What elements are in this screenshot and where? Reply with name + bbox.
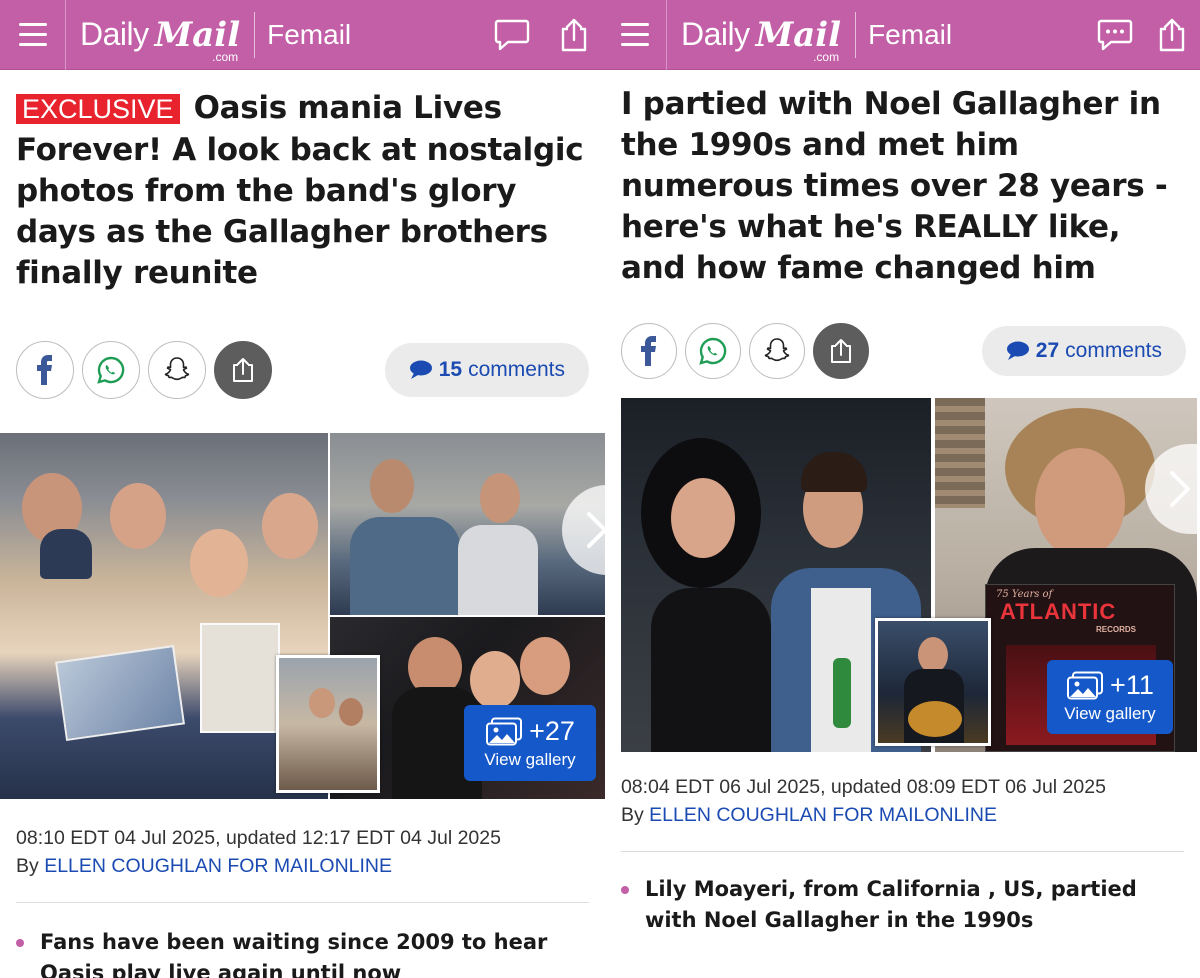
headline[interactable]: I partied with Noel Gallagher in the 199… (605, 70, 1200, 316)
top-bar: Daily Mail .com Femail (604, 0, 1200, 70)
bullet-text: Fans have been waiting since 2009 to hea… (40, 930, 548, 978)
whatsapp-icon[interactable] (82, 341, 140, 399)
hamburger-icon[interactable] (605, 0, 667, 70)
snapchat-icon[interactable] (148, 341, 206, 399)
logo-mail: Mail (755, 14, 842, 55)
byline-prefix: By (16, 855, 39, 877)
author-link[interactable]: ELLEN COUGHLAN FOR MAILONLINE (649, 804, 997, 826)
noel-guitar-photo[interactable] (874, 618, 991, 746)
gallery-label: View gallery (1064, 704, 1156, 723)
author-link[interactable]: ELLEN COUGHLAN FOR MAILONLINE (44, 855, 392, 877)
top-bar: Daily Mail .com Femail (0, 0, 605, 70)
byline-prefix: By (620, 804, 644, 826)
logo-daily: Daily (680, 16, 750, 52)
comments-label: comments (468, 358, 565, 381)
whatsapp-icon[interactable] (684, 323, 741, 379)
share-row: 15 comments (0, 325, 605, 415)
exclusive-badge: EXCLUSIVE (16, 94, 180, 124)
byline: By ELLEN COUGHLAN FOR MAILONLINE (605, 800, 1200, 827)
bullet-text: Lily Moayeri, from California , US, part… (644, 877, 1137, 932)
facebook-icon[interactable] (16, 341, 74, 399)
snapchat-icon[interactable] (748, 323, 805, 379)
logo-dotcom: .com (813, 49, 840, 64)
gallery-count: +11 (1110, 670, 1154, 700)
logo-mail: Mail (154, 14, 241, 55)
timestamp: 08:04 EDT 06 Jul 2025, updated 08:09 EDT… (620, 776, 1106, 798)
gallery-icon (1067, 671, 1104, 699)
speech-bubble-icon (1006, 341, 1029, 360)
bullet-dot (16, 939, 24, 947)
dailymail-logo[interactable]: Daily Mail .com (66, 0, 254, 70)
dailymail-logo[interactable]: Daily Mail .com (667, 0, 855, 70)
photo-gallery[interactable]: +27 View gallery (0, 433, 605, 799)
comments-button[interactable]: 27 comments (981, 326, 1186, 376)
comment-icon[interactable] (481, 0, 543, 70)
divider (855, 11, 857, 58)
section-title[interactable]: Femail (267, 19, 481, 51)
bullet-dot (620, 886, 629, 894)
book-subtitle: RECORDS (1095, 625, 1136, 634)
share-icon[interactable] (1144, 0, 1200, 70)
photo-gallery[interactable]: 75 Years of ATLANTIC RECORDS +11 View ga… (620, 398, 1200, 752)
view-gallery-button[interactable]: +11 View gallery (1046, 660, 1173, 734)
facebook-icon[interactable] (620, 323, 677, 379)
divider-line (16, 902, 589, 903)
view-gallery-button[interactable]: +27 View gallery (464, 705, 596, 781)
comment-icon[interactable] (1086, 0, 1144, 70)
gallery-count: +27 (529, 716, 575, 746)
inset-street-photo[interactable] (276, 655, 380, 793)
divider (254, 11, 256, 58)
article-left: Daily Mail .com Femail EXCLUSIVE Oasis ma… (0, 0, 605, 978)
share-icon[interactable] (214, 341, 272, 399)
comments-count: 27 (1035, 339, 1060, 362)
hamburger-icon[interactable] (0, 0, 66, 70)
gallery-icon (486, 717, 523, 745)
logo-daily: Daily (80, 16, 149, 52)
gallery-label: View gallery (484, 750, 576, 769)
logo-dotcom: .com (212, 49, 239, 64)
headline[interactable]: EXCLUSIVE Oasis mania Lives Forever! A lo… (0, 70, 605, 325)
divider-line (620, 851, 1184, 852)
book-title: ATLANTIC (999, 599, 1117, 624)
byline: By ELLEN COUGHLAN FOR MAILONLINE (0, 851, 605, 878)
share-icon[interactable] (543, 0, 605, 70)
article-right: Daily Mail .com Femail I partied with No… (604, 0, 1200, 978)
share-row: 27 comments (605, 316, 1200, 386)
comments-count: 15 (438, 358, 463, 381)
bullet-point: Fans have been waiting since 2009 to hea… (0, 927, 605, 978)
section-title[interactable]: Femail (868, 19, 1086, 51)
timestamp: 08:10 EDT 04 Jul 2025, updated 12:17 EDT… (16, 827, 501, 849)
comments-label: comments (1065, 339, 1162, 362)
share-icon[interactable] (812, 323, 869, 379)
comments-button[interactable]: 15 comments (384, 343, 589, 397)
speech-bubble-icon (409, 360, 432, 379)
bullet-point: Lily Moayeri, from California , US, part… (605, 874, 1200, 936)
